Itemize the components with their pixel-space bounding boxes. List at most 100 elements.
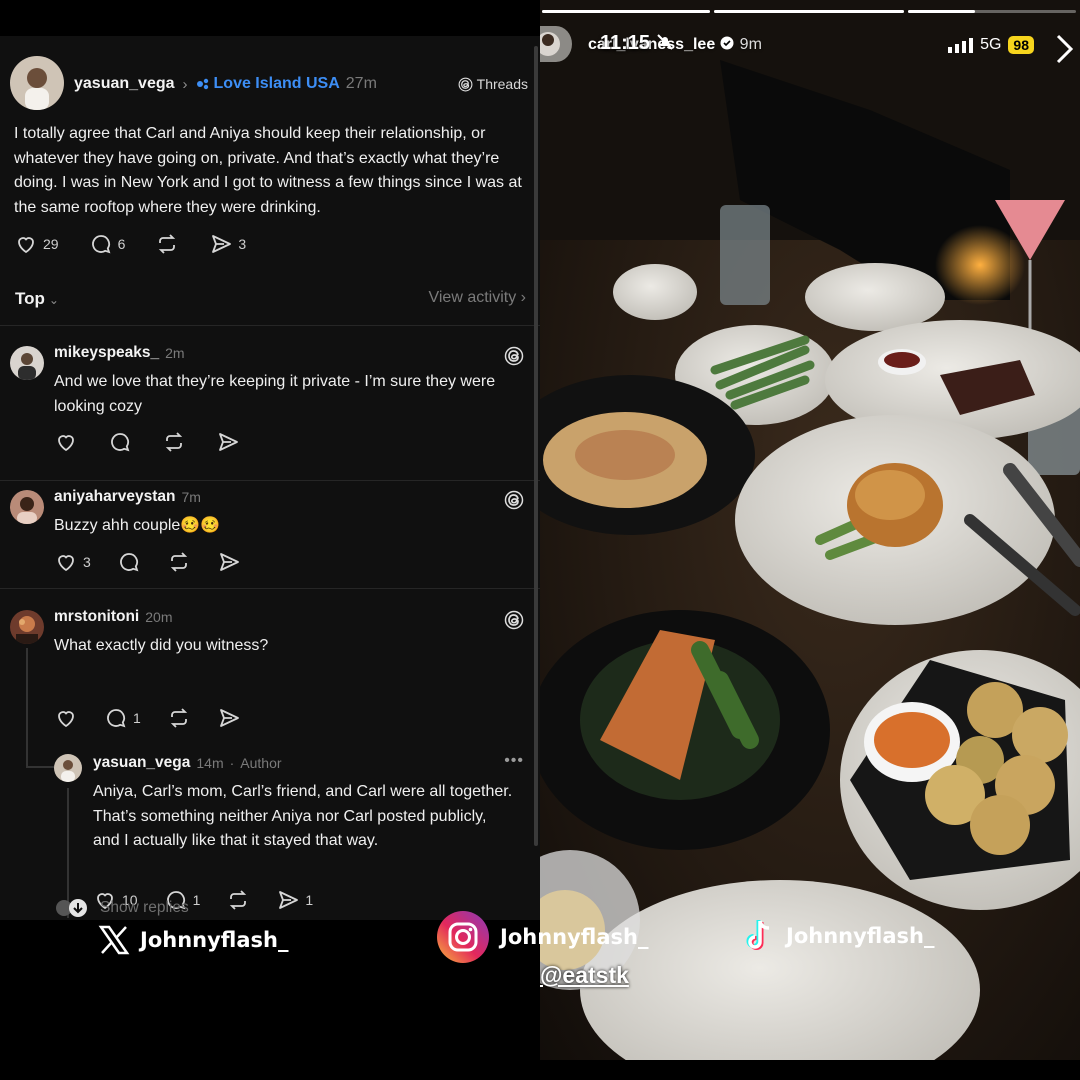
- sort-label: Top: [15, 289, 45, 308]
- heart-icon: [58, 435, 74, 452]
- repost-icon: [230, 890, 247, 910]
- avatar[interactable]: [54, 754, 82, 782]
- story-time: 9m: [739, 36, 762, 53]
- comment-text: And we love that they’re keeping it priv…: [54, 373, 496, 415]
- show-replies-button[interactable]: Show replies: [54, 898, 189, 918]
- send-icon: [219, 553, 239, 571]
- story-progress-fill: [908, 10, 976, 13]
- battery-indicator: 98: [1008, 36, 1034, 54]
- comment-username[interactable]: aniyaharveystan: [54, 488, 176, 506]
- view-activity-label: View activity: [428, 289, 517, 306]
- sort-dropdown[interactable]: Top ⌄: [15, 289, 59, 309]
- share-button[interactable]: [216, 430, 240, 454]
- comment-time: 2m: [165, 345, 185, 361]
- status-clock: 11:15: [600, 32, 674, 55]
- story-progress-bar: [542, 10, 710, 13]
- repost-button[interactable]: [226, 888, 250, 912]
- post-text: I totally agree that Carl and Aniya shou…: [14, 125, 522, 216]
- x-logo-icon: [98, 925, 130, 955]
- like-button[interactable]: [54, 430, 78, 454]
- comment-username[interactable]: mikeyspeaks_: [54, 344, 159, 362]
- post-username[interactable]: yasuan_vega: [74, 75, 175, 93]
- author-tag: Author: [240, 755, 282, 771]
- avatar[interactable]: [10, 490, 44, 524]
- story-photo: [540, 0, 1080, 1060]
- comment-actions: [54, 430, 240, 454]
- instagram-watermark: Johnnyflash_: [436, 910, 648, 964]
- comment-icon: [107, 709, 126, 728]
- repost-button[interactable]: [155, 232, 179, 256]
- story-progress-bar: [714, 10, 904, 13]
- threads-badge[interactable]: Threads: [458, 76, 528, 92]
- avatar[interactable]: [10, 346, 44, 380]
- more-options-icon[interactable]: •••: [504, 752, 524, 770]
- heart-icon: [58, 555, 74, 572]
- share-button[interactable]: [217, 706, 241, 730]
- divider: [0, 325, 540, 326]
- comment-icon: [119, 553, 139, 572]
- bullet-separator: ·: [229, 755, 235, 771]
- status-clock-text: 11:15: [600, 32, 651, 54]
- next-chevron-icon[interactable]: [1054, 32, 1076, 66]
- comment-icon: [91, 235, 110, 254]
- author-reply: yasuan_vega 14m · Author ••• Aniya, Carl…: [0, 740, 540, 920]
- reply-button[interactable]: 1: [104, 706, 141, 730]
- instagram-logo-icon: [437, 911, 489, 963]
- avatar[interactable]: [10, 610, 44, 644]
- instagram-handle: Johnnyflash_: [500, 925, 649, 949]
- community-dots-icon: [196, 78, 208, 90]
- like-button[interactable]: 3: [54, 550, 91, 574]
- like-button[interactable]: 29: [14, 232, 59, 256]
- heart-icon: [18, 237, 34, 254]
- show-replies-label: Show replies: [100, 899, 189, 916]
- view-activity-link[interactable]: View activity ›: [428, 289, 526, 307]
- story-avatar[interactable]: [540, 26, 572, 62]
- send-icon: [219, 709, 239, 727]
- threads-logo-icon[interactable]: [504, 610, 524, 630]
- reply-count: 6: [117, 236, 126, 252]
- scrollbar[interactable]: [534, 46, 538, 846]
- like-button[interactable]: [54, 706, 78, 730]
- share-count: 1: [305, 892, 314, 908]
- threads-logo-icon[interactable]: [504, 346, 524, 366]
- comment-text: Buzzy ahh couple🥴🥴: [54, 517, 221, 534]
- tiktok-watermark: Johnnyflash_: [742, 918, 934, 954]
- comment-header: mikeyspeaks_ 2m: [54, 344, 185, 362]
- threads-logo-icon[interactable]: [504, 490, 524, 510]
- tiktok-logo-icon: [746, 920, 770, 950]
- reply-button[interactable]: [117, 550, 141, 574]
- comment-username[interactable]: mrstonitoni: [54, 608, 139, 626]
- share-button[interactable]: 3: [209, 232, 246, 256]
- send-icon: [212, 235, 232, 253]
- mention-tag[interactable]: @eatstk: [540, 962, 629, 989]
- threads-panel: yasuan_vega › Love Island USA 27m Thread…: [0, 36, 540, 920]
- reply-button[interactable]: 6: [89, 232, 126, 256]
- share-count: 3: [238, 236, 247, 252]
- reply-button[interactable]: [108, 430, 132, 454]
- divider: [0, 588, 540, 589]
- comment-icon: [111, 433, 130, 452]
- comment-text: What exactly did you witness?: [54, 637, 269, 654]
- network-label: 5G: [980, 36, 1002, 53]
- avatar[interactable]: [10, 56, 64, 110]
- threads-logo-icon: [458, 77, 473, 91]
- repost-button[interactable]: [167, 706, 191, 730]
- post-actions: 29 6 3: [14, 232, 246, 256]
- like-count: 29: [43, 236, 59, 252]
- community-name: Love Island USA: [213, 75, 340, 92]
- comment-time: 20m: [145, 609, 173, 625]
- comment-actions: 1: [54, 706, 241, 730]
- community-link[interactable]: Love Island USA: [196, 75, 340, 93]
- reply-count: 1: [133, 710, 141, 726]
- share-button[interactable]: 1: [276, 888, 313, 912]
- reply-header: yasuan_vega 14m · Author: [93, 754, 282, 772]
- comment-actions: 3: [54, 550, 241, 574]
- repost-button[interactable]: [167, 550, 191, 574]
- share-button[interactable]: [217, 550, 241, 574]
- repost-button[interactable]: [162, 430, 186, 454]
- repost-icon: [170, 552, 187, 572]
- story-progress-fill: [714, 10, 904, 13]
- reply-username[interactable]: yasuan_vega: [93, 754, 190, 772]
- comment-item: mrstonitoni 20m What exactly did you wit…: [0, 600, 540, 920]
- reply-text: Aniya, Carl’s mom, Carl’s friend, and Ca…: [93, 783, 513, 849]
